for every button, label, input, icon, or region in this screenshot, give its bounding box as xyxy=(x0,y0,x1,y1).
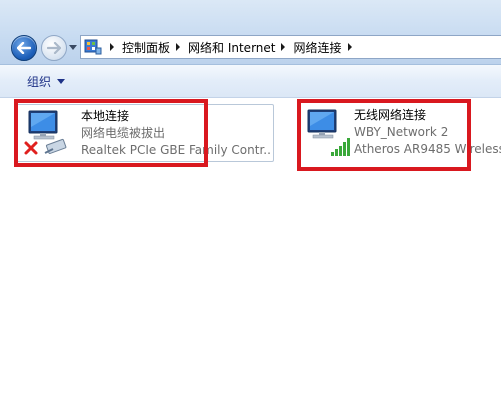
breadcrumb-network-internet[interactable]: 网络和 Internet xyxy=(188,39,275,56)
ethernet-disconnected-icon xyxy=(23,109,73,159)
connection-details: 无线网络连接 WBY_Network 2 Atheros AR9485 Wire… xyxy=(354,107,501,158)
back-button[interactable] xyxy=(11,35,37,61)
recent-pages-dropdown[interactable] xyxy=(69,45,77,50)
control-panel-icon xyxy=(84,38,102,56)
arrow-left-icon xyxy=(17,42,31,54)
breadcrumb-control-panel[interactable]: 控制面板 xyxy=(122,39,170,56)
wireless-connected-icon xyxy=(304,108,354,158)
breadcrumb-separator[interactable] xyxy=(110,43,114,51)
connections-list: 本地连接 网络电缆被拔出 Realtek PCIe GBE Family Con… xyxy=(0,98,501,400)
forward-button[interactable] xyxy=(41,35,67,61)
breadcrumb-separator[interactable] xyxy=(347,43,352,51)
connection-wireless[interactable]: 无线网络连接 WBY_Network 2 Atheros AR9485 Wire… xyxy=(298,104,501,162)
chevron-down-icon xyxy=(57,79,66,84)
connection-name: 本地连接 xyxy=(81,109,130,123)
connection-device: Realtek PCIe GBE Family Contr... xyxy=(81,143,271,157)
connection-details: 本地连接 网络电缆被拔出 Realtek PCIe GBE Family Con… xyxy=(81,108,271,159)
connection-name: 无线网络连接 xyxy=(354,108,427,122)
organize-label: 组织 xyxy=(27,75,52,89)
network-connections-window: 控制面板 网络和 Internet 网络连接 组织 本地连接 网络电缆被拔出 R… xyxy=(0,0,501,400)
connection-status: WBY_Network 2 xyxy=(354,125,449,139)
connection-device: Atheros AR9485 Wireless xyxy=(354,142,501,156)
arrow-right-icon xyxy=(47,42,61,54)
command-bar: 组织 xyxy=(0,65,501,98)
address-bar[interactable]: 控制面板 网络和 Internet 网络连接 xyxy=(80,35,501,59)
connection-status: 网络电缆被拔出 xyxy=(81,126,166,140)
connection-local-area[interactable]: 本地连接 网络电缆被拔出 Realtek PCIe GBE Family Con… xyxy=(16,104,274,162)
breadcrumb-separator[interactable] xyxy=(176,43,181,51)
title-bar: 控制面板 网络和 Internet 网络连接 xyxy=(0,0,501,65)
breadcrumb-network-connections[interactable]: 网络连接 xyxy=(293,39,341,56)
breadcrumb-separator[interactable] xyxy=(281,43,286,51)
organize-button[interactable]: 组织 xyxy=(27,73,66,90)
